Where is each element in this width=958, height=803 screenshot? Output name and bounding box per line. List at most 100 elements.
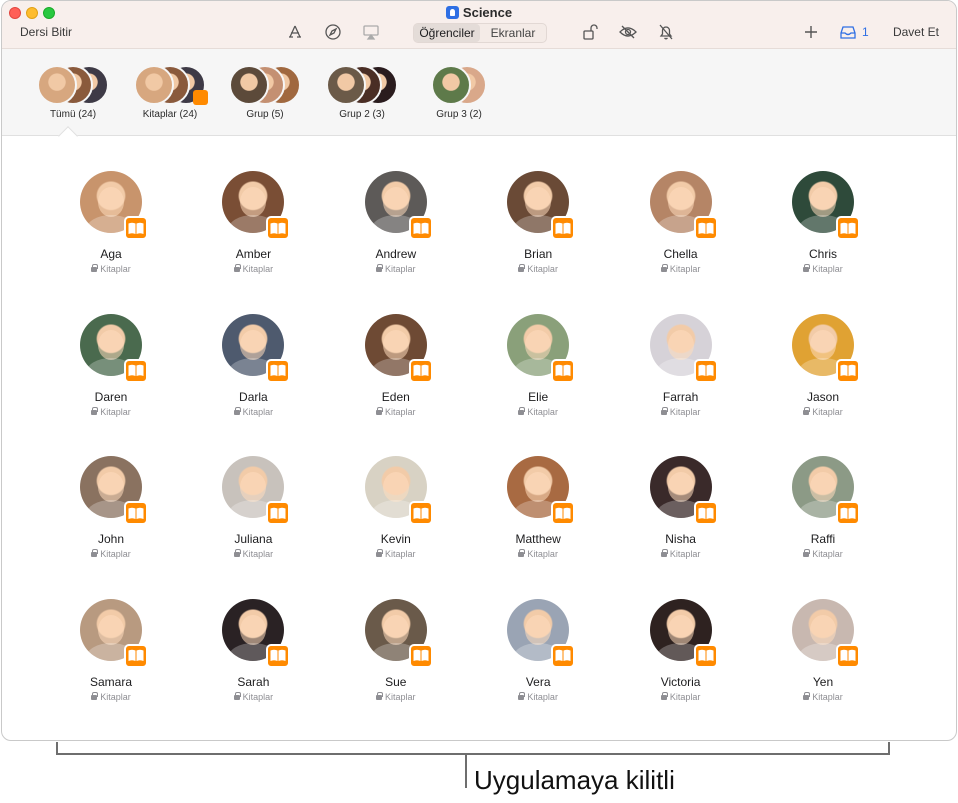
inbox-count[interactable]: 1 bbox=[862, 25, 869, 39]
student-tile[interactable]: Darla Kitaplar bbox=[182, 313, 324, 417]
student-status: Kitaplar bbox=[325, 549, 467, 559]
student-photo bbox=[221, 456, 291, 526]
student-tile[interactable]: Daren Kitaplar bbox=[40, 313, 182, 417]
student-status: Kitaplar bbox=[40, 691, 182, 702]
student-tile[interactable]: Andrew Kitaplar bbox=[325, 171, 467, 274]
book-icon bbox=[836, 643, 860, 668]
student-photo bbox=[791, 598, 860, 668]
lock-icon bbox=[660, 549, 668, 558]
book-icon bbox=[408, 643, 433, 668]
student-name: Kevin bbox=[380, 532, 411, 547]
student-name: Brian bbox=[524, 247, 553, 261]
student-photo bbox=[364, 598, 433, 668]
student-status: Kitaplar bbox=[182, 691, 324, 702]
student-tile[interactable]: Elie Kitaplar bbox=[467, 313, 609, 417]
student-status: Kitaplar bbox=[752, 406, 894, 417]
student-photo bbox=[221, 598, 291, 668]
student-status: Kitaplar bbox=[752, 549, 894, 559]
group-item[interactable]: Tümü (24) bbox=[32, 65, 114, 120]
inbox-icon[interactable] bbox=[838, 22, 858, 42]
lock-icon bbox=[660, 406, 668, 415]
student-tile[interactable]: Victoria Kitaplar bbox=[610, 598, 752, 702]
student-tile[interactable]: Chris Kitaplar bbox=[752, 171, 894, 274]
lock-icon bbox=[91, 406, 99, 415]
group-item[interactable]: Grup 2 (3) bbox=[323, 65, 401, 120]
lock-icon bbox=[518, 406, 526, 415]
mute-icon[interactable] bbox=[656, 22, 676, 42]
student-status: Kitaplar bbox=[325, 691, 467, 702]
book-icon bbox=[408, 501, 433, 526]
student-tile[interactable]: Chella Kitaplar bbox=[610, 171, 752, 274]
student-photo bbox=[221, 171, 291, 240]
student-photo bbox=[791, 456, 860, 526]
student-tile[interactable]: Farrah Kitaplar bbox=[610, 313, 752, 417]
group-item[interactable]: Grup 3 (2) bbox=[420, 65, 498, 120]
group-item[interactable]: Grup (5) bbox=[226, 65, 304, 120]
lock-icon bbox=[233, 406, 241, 415]
invite-button[interactable]: Davet Et bbox=[893, 25, 939, 39]
student-tile[interactable]: Vera Kitaplar bbox=[467, 598, 609, 702]
book-icon bbox=[266, 358, 291, 383]
student-app-label: Kitaplar bbox=[385, 549, 416, 560]
book-icon bbox=[266, 643, 291, 668]
add-icon[interactable] bbox=[801, 22, 821, 42]
lock-icon bbox=[376, 406, 384, 415]
student-tile[interactable]: Sarah Kitaplar bbox=[182, 598, 324, 702]
student-tile[interactable]: Juliana Kitaplar bbox=[182, 456, 324, 559]
book-icon bbox=[836, 216, 860, 240]
student-photo bbox=[506, 313, 576, 383]
lock-icon[interactable] bbox=[580, 22, 600, 42]
lock-icon bbox=[803, 406, 811, 415]
airplay-icon[interactable] bbox=[361, 22, 381, 42]
book-icon bbox=[124, 358, 148, 383]
group-avatar-stack bbox=[326, 65, 398, 105]
student-tile[interactable]: Samara Kitaplar bbox=[40, 598, 182, 702]
student-tile[interactable]: John Kitaplar bbox=[40, 456, 182, 559]
student-tile[interactable]: Brian Kitaplar bbox=[467, 171, 609, 274]
student-name: Jason bbox=[806, 389, 840, 404]
student-status: Kitaplar bbox=[467, 549, 609, 559]
student-tile[interactable]: Amber Kitaplar bbox=[182, 171, 324, 274]
tab-screens[interactable]: Ekranlar bbox=[480, 24, 546, 42]
avatar bbox=[134, 65, 174, 105]
apps-icon[interactable] bbox=[285, 22, 305, 42]
group-item[interactable]: Kitaplar (24) bbox=[129, 65, 211, 120]
student-app-label: Kitaplar bbox=[100, 406, 131, 417]
student-tile[interactable]: Matthew Kitaplar bbox=[467, 456, 609, 559]
student-tile[interactable]: Kevin Kitaplar bbox=[325, 456, 467, 559]
student-tile[interactable]: Nisha Kitaplar bbox=[610, 456, 752, 559]
book-icon bbox=[408, 358, 433, 383]
lock-icon bbox=[518, 549, 526, 558]
group-avatar-stack bbox=[134, 65, 208, 105]
student-photo bbox=[79, 313, 148, 383]
student-tile[interactable]: Jason Kitaplar bbox=[752, 313, 894, 417]
lock-icon bbox=[376, 549, 384, 558]
student-photo bbox=[79, 456, 148, 526]
student-tile[interactable]: Aga Kitaplar bbox=[40, 171, 182, 274]
student-tile[interactable]: Yen Kitaplar bbox=[752, 598, 894, 702]
group-avatar-stack bbox=[37, 65, 109, 105]
student-status: Kitaplar bbox=[182, 549, 324, 559]
student-name: Vera bbox=[525, 674, 551, 689]
student-photo bbox=[649, 313, 718, 383]
hide-icon[interactable] bbox=[618, 22, 638, 42]
end-class-button[interactable]: Dersi Bitir bbox=[20, 25, 72, 39]
student-photo bbox=[221, 313, 291, 383]
student-photo bbox=[79, 171, 148, 240]
student-tile[interactable]: Raffi Kitaplar bbox=[752, 456, 894, 559]
student-status: Kitaplar bbox=[467, 264, 609, 274]
titlebar: Science Dersi Bitir Öğrenciler Ekranlar bbox=[2, 1, 956, 49]
student-app-label: Kitaplar bbox=[669, 549, 701, 560]
navigate-icon[interactable] bbox=[323, 22, 343, 42]
student-app-label: Kitaplar bbox=[242, 549, 274, 560]
avatar bbox=[37, 65, 77, 105]
student-status: Kitaplar bbox=[752, 264, 894, 274]
student-name: Eden bbox=[381, 389, 410, 404]
student-photo bbox=[364, 456, 433, 526]
student-tile[interactable]: Eden Kitaplar bbox=[325, 313, 467, 417]
tab-students[interactable]: Öğrenciler bbox=[414, 24, 480, 42]
student-name: Andrew bbox=[375, 247, 417, 261]
student-tile[interactable]: Sue Kitaplar bbox=[325, 598, 467, 702]
student-status: Kitaplar bbox=[610, 406, 752, 417]
student-photo bbox=[649, 598, 718, 668]
